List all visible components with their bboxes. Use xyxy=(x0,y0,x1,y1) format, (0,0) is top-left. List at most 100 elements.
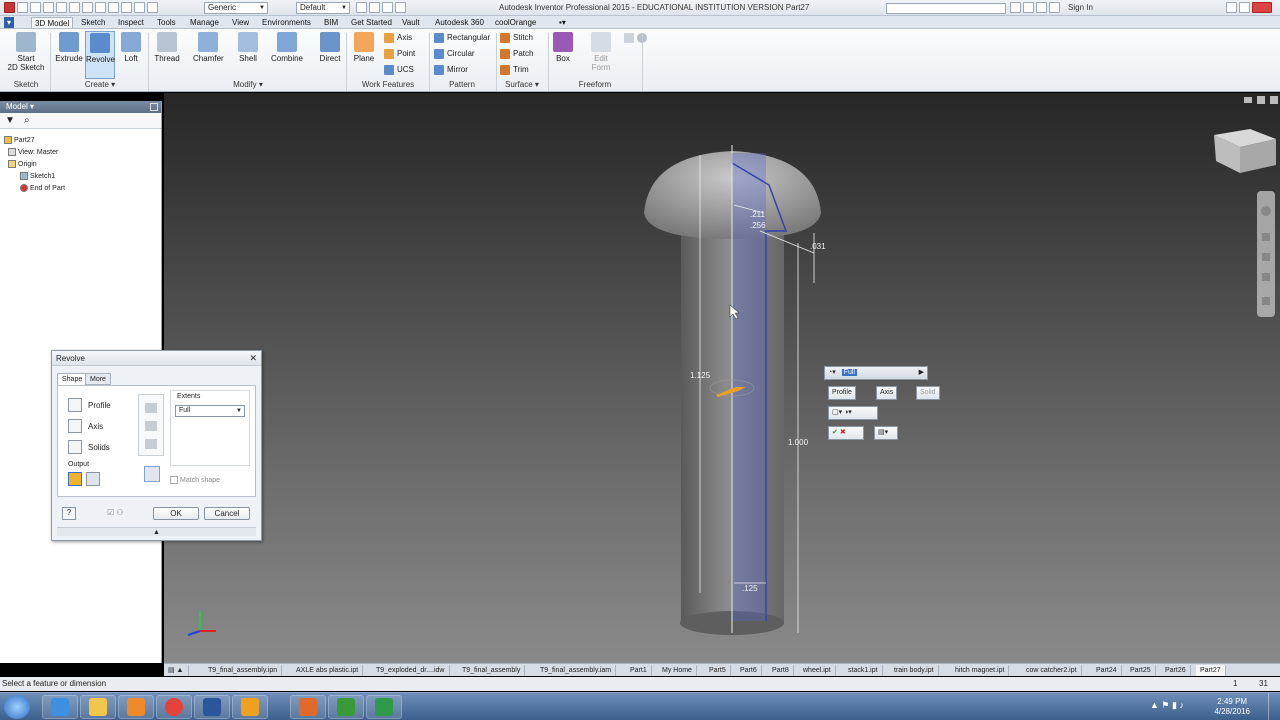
ucs-button[interactable]: UCS xyxy=(384,63,414,77)
file-tab[interactable]: ▾ xyxy=(4,17,15,28)
doc-tab[interactable]: Part25 xyxy=(1126,665,1156,676)
mini-profile-button[interactable]: Profile xyxy=(828,386,856,400)
star-icon[interactable] xyxy=(1036,2,1047,13)
appearance-combo[interactable]: Default ▼ xyxy=(296,2,350,14)
loft-button[interactable]: Loft xyxy=(116,31,146,79)
doc-tab[interactable]: Part5 xyxy=(705,665,731,676)
collapse-arrow-icon[interactable]: ▲ xyxy=(57,527,256,536)
filter-icon[interactable]: ▼ xyxy=(5,115,15,126)
tree-node-origin[interactable]: Origin xyxy=(8,160,37,168)
doc-tab[interactable]: Part6 xyxy=(736,665,762,676)
tab-sketch[interactable]: Sketch xyxy=(78,17,108,28)
axis-select-icon[interactable] xyxy=(68,419,82,433)
start-2d-sketch-button[interactable]: Start 2D Sketch xyxy=(6,31,46,79)
lock-icon[interactable] xyxy=(624,33,634,43)
dimension-1-125[interactable]: 1.125 xyxy=(690,371,711,380)
binoculars-icon[interactable] xyxy=(1010,2,1021,13)
update-icon[interactable] xyxy=(121,2,132,13)
doc-tab[interactable]: My Home xyxy=(658,665,697,676)
revolve-button[interactable]: Revolve xyxy=(85,31,115,79)
dimension-1-000[interactable]: 1.000 xyxy=(788,438,809,447)
measure-icon[interactable] xyxy=(356,2,367,13)
doc-tab[interactable]: cow catcher2.ipt xyxy=(1022,665,1082,676)
erase-icon[interactable] xyxy=(369,2,380,13)
taskbar-outlook[interactable] xyxy=(232,695,268,719)
doc-tab[interactable]: Part8 xyxy=(768,665,794,676)
dimension-256[interactable]: .256 xyxy=(750,221,766,230)
point-button[interactable]: Point xyxy=(384,47,415,61)
tab-get-started[interactable]: Get Started xyxy=(348,17,395,28)
tab-view[interactable]: View xyxy=(229,17,252,28)
doc-tab[interactable]: T9_exploded_dr....idw xyxy=(372,665,450,676)
view-cube[interactable] xyxy=(1214,129,1276,173)
preview-icon[interactable]: ☑ ⚇ xyxy=(107,508,124,517)
doc-tab[interactable]: wheel.ipt xyxy=(799,665,836,676)
sketch-icon[interactable] xyxy=(108,2,119,13)
return-icon[interactable] xyxy=(95,2,106,13)
minimize-icon[interactable] xyxy=(1226,2,1237,13)
ok-button[interactable]: OK xyxy=(153,507,199,520)
profile-select-icon[interactable] xyxy=(68,398,82,412)
mirror-button[interactable]: Mirror xyxy=(434,63,468,77)
tab-autodesk-360[interactable]: Autodesk 360 xyxy=(432,17,487,28)
home-icon[interactable] xyxy=(82,2,93,13)
material-icon[interactable] xyxy=(147,2,158,13)
tab-navigation[interactable]: ▤ ▲ xyxy=(164,665,189,676)
sign-in-link[interactable]: Sign In xyxy=(1068,3,1093,12)
box-button[interactable]: Box xyxy=(548,31,578,79)
tab-tools[interactable]: Tools xyxy=(154,17,179,28)
trim-button[interactable]: Trim xyxy=(500,63,529,77)
doc-tab[interactable]: T9_final_assembly xyxy=(458,665,526,676)
fx-icon[interactable] xyxy=(382,2,393,13)
doc-tab[interactable]: stack1.ipt xyxy=(844,665,883,676)
help-icon[interactable]: ? xyxy=(62,507,76,520)
direction-1-icon[interactable] xyxy=(145,403,157,413)
taskbar-app-green[interactable] xyxy=(328,695,364,719)
tab-environments[interactable]: Environments xyxy=(259,17,314,28)
doc-tab[interactable]: T9_final_assembly.ipn xyxy=(204,665,283,676)
mini-solid-button[interactable]: Solid xyxy=(916,386,940,400)
checkbox-icon[interactable] xyxy=(170,476,178,484)
tray-icons[interactable]: ▲ ⚑ ▮ ♪ xyxy=(1150,700,1184,711)
mini-extents-value[interactable]: Full xyxy=(841,369,857,376)
dimension-211[interactable]: .211 xyxy=(750,210,766,219)
tab-vault[interactable]: Vault xyxy=(399,17,423,28)
surface-output-button[interactable] xyxy=(86,472,100,486)
pin-icon[interactable] xyxy=(150,103,158,111)
circular-pattern-button[interactable]: Circular xyxy=(434,47,475,61)
show-desktop-button[interactable] xyxy=(1268,693,1280,720)
x-icon[interactable]: ✖ xyxy=(840,429,846,436)
save-icon[interactable] xyxy=(43,2,54,13)
doc-tab[interactable]: Part26 xyxy=(1161,665,1191,676)
thread-button[interactable]: Thread xyxy=(152,31,182,79)
tree-node-end-of-part[interactable]: End of Part xyxy=(20,184,65,192)
plane-button[interactable]: Plane xyxy=(349,31,379,79)
taskbar-camtasia[interactable] xyxy=(366,695,402,719)
viewport-controls[interactable] xyxy=(1244,96,1278,104)
dimension-031[interactable]: .031 xyxy=(810,242,826,251)
graphics-viewport[interactable]: 1.125 .211 .256 .031 1.000 .125 ◔▾ Full … xyxy=(164,93,1280,663)
user-icon[interactable] xyxy=(1049,2,1060,13)
dropdown-icon[interactable] xyxy=(395,2,406,13)
edit-form-button[interactable]: Edit Form xyxy=(586,31,616,79)
tab-3d-model[interactable]: 3D Model xyxy=(31,17,74,28)
taskbar-ie[interactable] xyxy=(42,695,78,719)
mini-menu-button[interactable]: ▤▾ xyxy=(874,426,898,440)
apply-arrow-icon[interactable]: ▶ xyxy=(919,367,924,379)
stitch-button[interactable]: Stitch xyxy=(500,31,533,45)
rectangular-pattern-button[interactable]: Rectangular xyxy=(434,31,490,45)
mini-output-options[interactable]: ▢▾ ◑▾ xyxy=(828,406,878,420)
taskbar-inventor[interactable] xyxy=(290,695,326,719)
tab-inspect[interactable]: Inspect xyxy=(115,17,147,28)
tree-node-view[interactable]: View: Master xyxy=(8,148,58,156)
new-icon[interactable] xyxy=(17,2,28,13)
dialog-title-bar[interactable]: Revolve ✕ xyxy=(52,351,261,366)
chamfer-button[interactable]: Chamfer xyxy=(193,31,224,79)
select-icon[interactable] xyxy=(134,2,145,13)
axis-selector[interactable]: Axis xyxy=(68,419,103,433)
symmetric-icon[interactable] xyxy=(145,439,157,449)
tree-node-sketch[interactable]: Sketch1 xyxy=(20,172,55,180)
doc-tab[interactable]: train body.ipt xyxy=(890,665,939,676)
panel-toggle-icon[interactable]: ▪▾ xyxy=(556,17,569,28)
taskbar-word[interactable] xyxy=(194,695,230,719)
